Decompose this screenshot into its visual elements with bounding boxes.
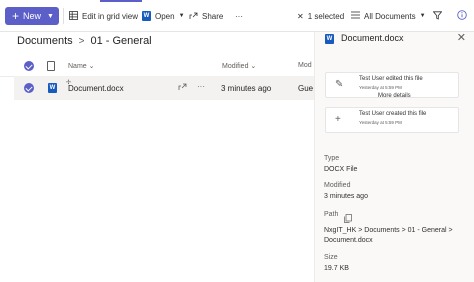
edit-grid-view-label: Edit in grid view <box>82 11 139 21</box>
word-icon: W <box>142 11 151 21</box>
pencil-icon: ✎ <box>335 79 344 90</box>
file-name-link[interactable]: Document.docx <box>68 84 124 93</box>
command-bar: + New ▼ Edit in grid view W Open ▼ Share… <box>0 0 474 32</box>
list-header: Name ⌄ Modified ⌄ Mod <box>0 55 314 77</box>
open-button-label: Open <box>155 11 175 21</box>
size-label: Size <box>324 254 338 261</box>
file-type-icon <box>47 61 55 71</box>
path-label: Path <box>324 211 339 218</box>
size-value: 19.7 KB <box>324 265 349 272</box>
share-button[interactable]: Share <box>189 8 223 24</box>
word-file-icon: W <box>48 83 57 93</box>
toolbar-divider <box>63 8 64 24</box>
row-share-icon[interactable] <box>178 82 187 93</box>
details-panel-title: Document.docx <box>341 33 404 43</box>
row-checkbox[interactable] <box>24 83 34 93</box>
share-icon <box>189 11 198 22</box>
name-column-label: Name <box>68 63 87 70</box>
share-button-label: Share <box>202 11 224 21</box>
edit-grid-view-button[interactable]: Edit in grid view <box>69 8 138 24</box>
copy-icon[interactable] <box>344 210 352 228</box>
chevron-down-icon: ⌄ <box>88 63 95 70</box>
info-icon <box>457 10 467 22</box>
breadcrumb-current-folder[interactable]: 01 - General <box>90 35 151 47</box>
chevron-right-icon: > <box>78 35 85 47</box>
modified-column-label: Modified <box>222 63 249 70</box>
info-pane-button[interactable] <box>457 8 467 24</box>
filter-icon <box>432 10 443 22</box>
new-button[interactable]: + New ▼ <box>5 7 59 25</box>
chevron-down-icon: ▼ <box>47 12 54 20</box>
activity-text: Test User created this file <box>359 111 427 117</box>
breadcrumb: Documents > 01 - General <box>17 35 152 47</box>
path-value-line2: Document.docx <box>324 237 373 244</box>
activity-text: Test User edited this file <box>359 76 423 82</box>
name-column-header[interactable]: Name ⌄ <box>68 62 95 70</box>
close-icon[interactable]: ✕ <box>457 31 466 44</box>
chevron-down-icon: ▼ <box>419 13 426 19</box>
view-name-label: All Documents <box>364 11 416 21</box>
close-icon: ✕ <box>297 11 304 21</box>
table-row[interactable]: W ✢ Document.docx ··· 3 minutes ago Gue <box>14 76 314 100</box>
details-panel: W Document.docx ✕ ✎ Test User edited thi… <box>314 32 474 282</box>
type-value: DOCX File <box>324 166 358 173</box>
open-button[interactable]: W Open ▼ <box>142 8 185 24</box>
activity-card[interactable]: + Test User created this file Yesterday … <box>325 107 459 133</box>
modified-value: 3 minutes ago <box>324 193 368 200</box>
more-icon: ··· <box>235 11 243 21</box>
row-more-icon[interactable]: ··· <box>197 82 205 91</box>
activity-time: Yesterday at 5:59 PM <box>359 85 402 90</box>
selection-count[interactable]: ✕ 1 selected <box>297 8 344 24</box>
path-value-line1: NxgIT_HK > Documents > 01 - General > <box>324 227 453 234</box>
modified-cell: 3 minutes ago <box>221 84 272 93</box>
grid-icon <box>69 10 78 22</box>
list-view-icon <box>351 11 360 21</box>
view-switcher[interactable]: All Documents ▼ <box>351 8 426 24</box>
more-details-link[interactable]: More details <box>378 93 411 99</box>
filter-button[interactable] <box>432 8 443 24</box>
plus-icon: + <box>335 114 341 125</box>
new-button-label: New <box>23 11 42 21</box>
modified-label: Modified <box>324 182 351 189</box>
word-icon: W <box>325 34 334 44</box>
plus-icon: + <box>12 9 20 23</box>
modified-by-column-header[interactable]: Mod <box>298 62 312 69</box>
active-tab-indicator <box>100 0 142 2</box>
more-actions-button[interactable]: ··· <box>235 8 243 24</box>
activity-time: Yesterday at 5:59 PM <box>359 120 402 125</box>
select-all-checkbox[interactable] <box>24 61 34 71</box>
chevron-down-icon: ▼ <box>178 13 185 19</box>
breadcrumb-documents[interactable]: Documents <box>17 35 73 47</box>
selected-count-label: 1 selected <box>307 11 345 21</box>
modified-by-cell: Gue <box>298 84 314 93</box>
type-label: Type <box>324 155 340 162</box>
modified-column-header[interactable]: Modified ⌄ <box>222 62 256 70</box>
chevron-down-icon: ⌄ <box>250 63 257 70</box>
